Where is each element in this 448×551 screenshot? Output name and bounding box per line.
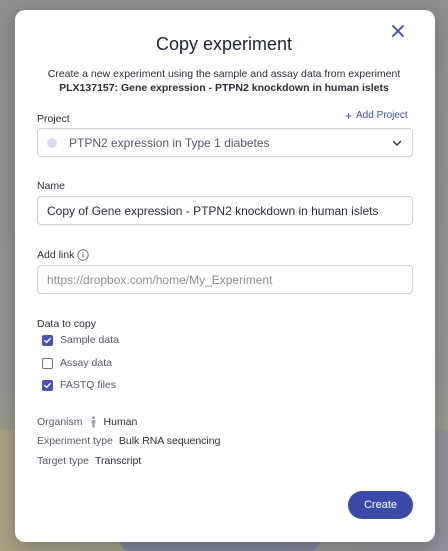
create-button[interactable]: Create [348,491,413,519]
project-selected-value: PTPN2 expression in Type 1 diabetes [69,135,270,150]
project-color-dot [47,137,57,148]
experiment-reference: PLX137157: Gene expression - PTPN2 knock… [59,82,389,94]
target-type-key: Target type [37,455,89,467]
checkbox-label: Assay data [60,357,112,369]
organism-value: Human [103,416,138,428]
name-label: Name [37,180,66,192]
experiment-type-row: Experiment type Bulk RNA sequencing [37,435,220,447]
dialog-subtitle: Create a new experiment using the sample… [30,67,418,95]
checkbox-label: FASTQ files [60,379,117,391]
checkbox-assay-data[interactable]: Assay data [42,357,112,369]
link-input[interactable] [47,266,412,293]
subtitle-text: Create a new experiment using the sample… [47,68,401,80]
add-project-button[interactable]: + Add Project [345,108,408,123]
project-select[interactable]: PTPN2 expression in Type 1 diabetes [37,128,413,157]
add-link-label: Add link [37,249,75,261]
add-project-label: Add Project [356,110,408,121]
checkbox[interactable] [42,379,53,391]
person-icon [91,416,95,428]
checkbox-sample-data[interactable]: Sample data [42,334,119,346]
checkbox-label: Sample data [60,334,119,346]
check-icon [44,337,51,343]
project-label: Project [37,113,70,125]
target-type-value: Transcript [94,455,142,467]
experiment-type-key: Experiment type [37,435,113,447]
dialog-title: Copy experiment [155,34,293,54]
link-field[interactable] [37,265,413,294]
info-icon[interactable] [77,249,89,261]
name-input[interactable] [47,197,412,224]
plus-icon: + [345,108,353,123]
experiment-type-value: Bulk RNA sequencing [118,435,221,447]
organism-key: Organism [37,416,83,428]
name-field[interactable] [37,196,413,225]
check-icon [44,382,51,388]
checkbox[interactable] [42,334,53,346]
checkbox-fastq-files[interactable]: FASTQ files [42,379,116,391]
chevron-down-icon [392,140,402,146]
organism-row: Organism Human [37,416,137,428]
checkbox[interactable] [42,357,53,369]
data-to-copy-label: Data to copy [37,318,96,330]
target-type-row: Target type Transcript [37,455,141,467]
